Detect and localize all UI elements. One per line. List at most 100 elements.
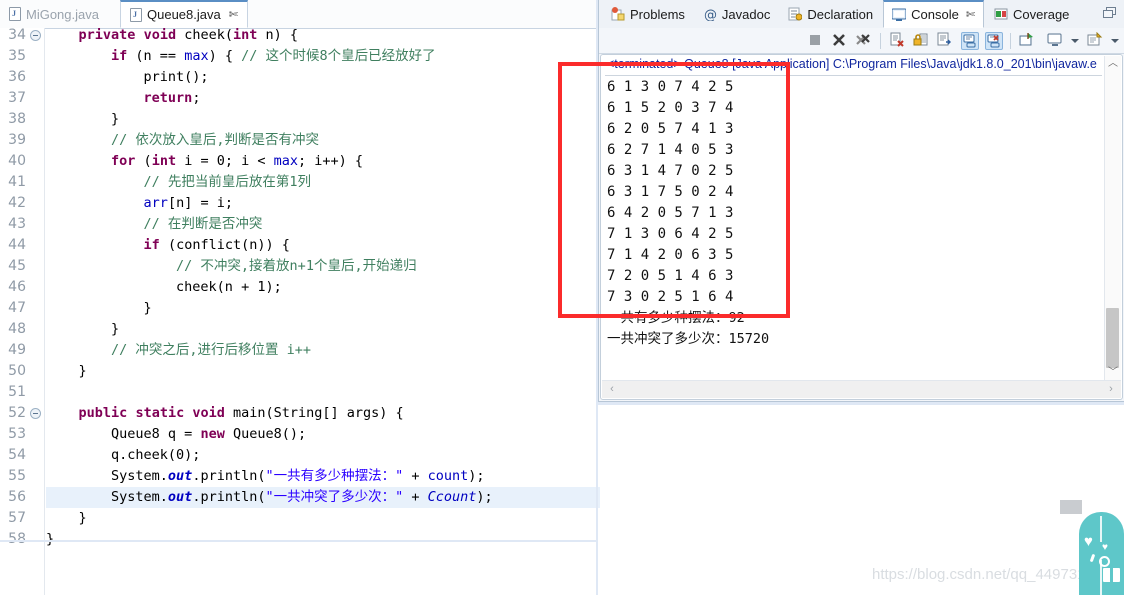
console-output-row: 7 1 3 0 6 4 2 5 <box>607 226 734 242</box>
line-number: 51 <box>8 384 26 400</box>
code-line: if (n == max) { // 这个时候8个皇后已经放好了 <box>111 48 436 64</box>
scroll-up-arrow[interactable]: ︿ <box>1107 58 1119 70</box>
console-summary-label: 一共冲突了多少次： <box>607 331 729 347</box>
remove-launch-button[interactable] <box>831 32 849 50</box>
chevron-down-icon[interactable] <box>1111 39 1119 43</box>
code-line: public static void main(String[] args) { <box>78 405 404 421</box>
clear-console-button[interactable] <box>889 32 907 50</box>
console-toolbar <box>599 28 1124 54</box>
code-area[interactable]: 34 35 36 37 38 39 40 41 42 43 44 45 46 47 48 49 50 51 52 53… <box>0 28 600 595</box>
javadoc-at-icon: @ <box>703 7 717 23</box>
line-number: 47 <box>8 300 26 316</box>
console-icon <box>891 8 907 22</box>
code-line: arr[n] = i; <box>143 195 233 211</box>
editor-bottom-divider <box>0 540 596 542</box>
scrollbar-thumb[interactable] <box>1106 308 1119 368</box>
line-number: 46 <box>8 279 26 295</box>
console-vertical-scrollbar[interactable]: ︿ ﹀ <box>1104 56 1121 381</box>
chevron-down-icon[interactable] <box>1071 39 1079 43</box>
console-output-row: 6 1 5 2 0 3 7 4 <box>607 100 734 116</box>
console-output-row: 6 3 1 4 7 0 2 5 <box>607 163 734 179</box>
gift-icon <box>1103 568 1120 582</box>
code-line: } <box>46 510 87 526</box>
code-line: System.out.println("一共有多少种摆法：" + count); <box>46 468 485 484</box>
open-console-button[interactable] <box>1087 31 1105 50</box>
line-number: 44 <box>8 237 26 253</box>
console-horizontal-scrollbar[interactable]: ‹ › <box>602 380 1121 398</box>
line-number-gutter: 34 35 36 37 38 39 40 41 42 43 44 45 46 47 48 49 50 51 52 53… <box>0 28 44 595</box>
scroll-left-arrow[interactable]: ‹ <box>605 383 619 396</box>
console-summary-line: 一共有多少种摆法：92 <box>607 308 1100 329</box>
heart-icon: ♥ <box>1102 542 1108 553</box>
line-number: 41 <box>8 174 26 190</box>
gutter-divider <box>44 28 45 595</box>
console-summary-value: 92 <box>728 310 745 326</box>
terminate-button[interactable] <box>807 32 825 50</box>
line-number: 53 <box>8 426 26 442</box>
restore-panel-icon[interactable] <box>1103 7 1116 19</box>
close-icon[interactable]: ✄ <box>229 8 238 21</box>
console-tab-problems[interactable]: Problems <box>603 0 693 28</box>
line-number: 50 <box>8 363 26 379</box>
line-number: 38 <box>8 111 26 127</box>
code-line: private void cheek(int n) { <box>78 28 299 43</box>
editor-tab-migong[interactable]: J MiGong.java <box>0 0 108 28</box>
console-tab-javadoc[interactable]: @ Javadoc <box>695 0 778 28</box>
show-console-on-output-button[interactable] <box>961 32 979 50</box>
code-line: if (conflict(n)) { <box>143 237 290 253</box>
teal-gift-widget[interactable]: ♥ ♥ <box>1079 512 1124 595</box>
code-line: System.out.println("一共冲突了多少次：" + Ccount)… <box>46 489 493 505</box>
console-tab-declaration[interactable]: Declaration <box>780 0 881 28</box>
show-console-on-error-button[interactable] <box>985 32 1003 50</box>
display-selected-console-button[interactable] <box>1047 32 1065 50</box>
problems-icon <box>611 7 625 21</box>
code-fold-toggle-icon[interactable] <box>30 30 41 41</box>
line-number: 57 <box>8 510 26 526</box>
word-wrap-button[interactable] <box>937 32 955 50</box>
console-tab-coverage[interactable]: Coverage <box>986 0 1077 28</box>
console-output-row: 6 2 0 5 7 4 1 3 <box>607 121 734 137</box>
declaration-icon <box>788 7 803 21</box>
line-number: 36 <box>8 69 26 85</box>
pin-console-button[interactable] <box>1019 32 1037 50</box>
console-tab-console[interactable]: Console ✄ <box>883 0 985 28</box>
console-summary-line: 一共冲突了多少次：15720 <box>607 329 1100 350</box>
coverage-icon <box>994 7 1008 21</box>
code-line: return; <box>143 90 201 106</box>
line-number: 52 <box>8 405 26 421</box>
code-line: // 冲突之后,进行后移位置 i++ <box>111 342 312 358</box>
code-line: cheek(n + 1); <box>46 279 282 295</box>
code-line: // 在判断是否冲突 <box>143 216 263 232</box>
code-fold-toggle-icon[interactable] <box>30 408 41 419</box>
svg-text:@: @ <box>704 8 717 21</box>
scroll-lock-button[interactable] <box>913 32 931 50</box>
close-icon[interactable]: ✄ <box>966 8 975 21</box>
line-number: 34 <box>8 28 26 43</box>
code-line: q.cheek(0); <box>46 447 201 463</box>
line-number: 37 <box>8 90 26 106</box>
code-line: } <box>46 363 87 379</box>
scroll-down-arrow[interactable]: ﹀ <box>1107 367 1119 379</box>
line-number: 42 <box>8 195 26 211</box>
console-output-row: 6 4 2 0 5 7 1 3 <box>607 205 734 221</box>
java-file-icon: J <box>9 7 21 21</box>
console-panel: Problems @ Javadoc Declaration Console ✄ Cover… <box>598 0 1124 402</box>
remove-all-launches-button[interactable] <box>855 32 873 50</box>
sparkle-icon <box>1089 553 1096 563</box>
console-tab-bar: Problems @ Javadoc Declaration Console ✄ Cover… <box>599 0 1124 29</box>
editor-tab-queue8[interactable]: J Queue8.java ✄ <box>120 0 248 28</box>
code-line: // 不冲突,接着放n+1个皇后,开始递归 <box>176 258 417 274</box>
console-output-row: 6 2 7 1 4 0 5 3 <box>607 142 734 158</box>
editor-tab-label: Queue8.java <box>147 7 221 22</box>
console-output-text: 6 1 3 0 7 4 2 5 6 1 5 2 0 3 7 4 6 2 0 5 7 … <box>607 77 1100 379</box>
scroll-right-arrow[interactable]: › <box>1104 383 1118 396</box>
line-number: 48 <box>8 321 26 337</box>
code-line: // 依次放入皇后,判断是否有冲突 <box>111 132 320 148</box>
console-tab-label: Javadoc <box>721 6 771 22</box>
line-number: 35 <box>8 48 26 64</box>
code-line: for (int i = 0; i < max; i++) { <box>111 153 364 169</box>
editor-tab-label: MiGong.java <box>26 6 99 22</box>
console-output-area[interactable]: <terminated> Queue8 [Java Application] C… <box>600 54 1123 400</box>
line-number: 56 <box>8 489 26 505</box>
widget-grey-tab <box>1060 500 1082 514</box>
